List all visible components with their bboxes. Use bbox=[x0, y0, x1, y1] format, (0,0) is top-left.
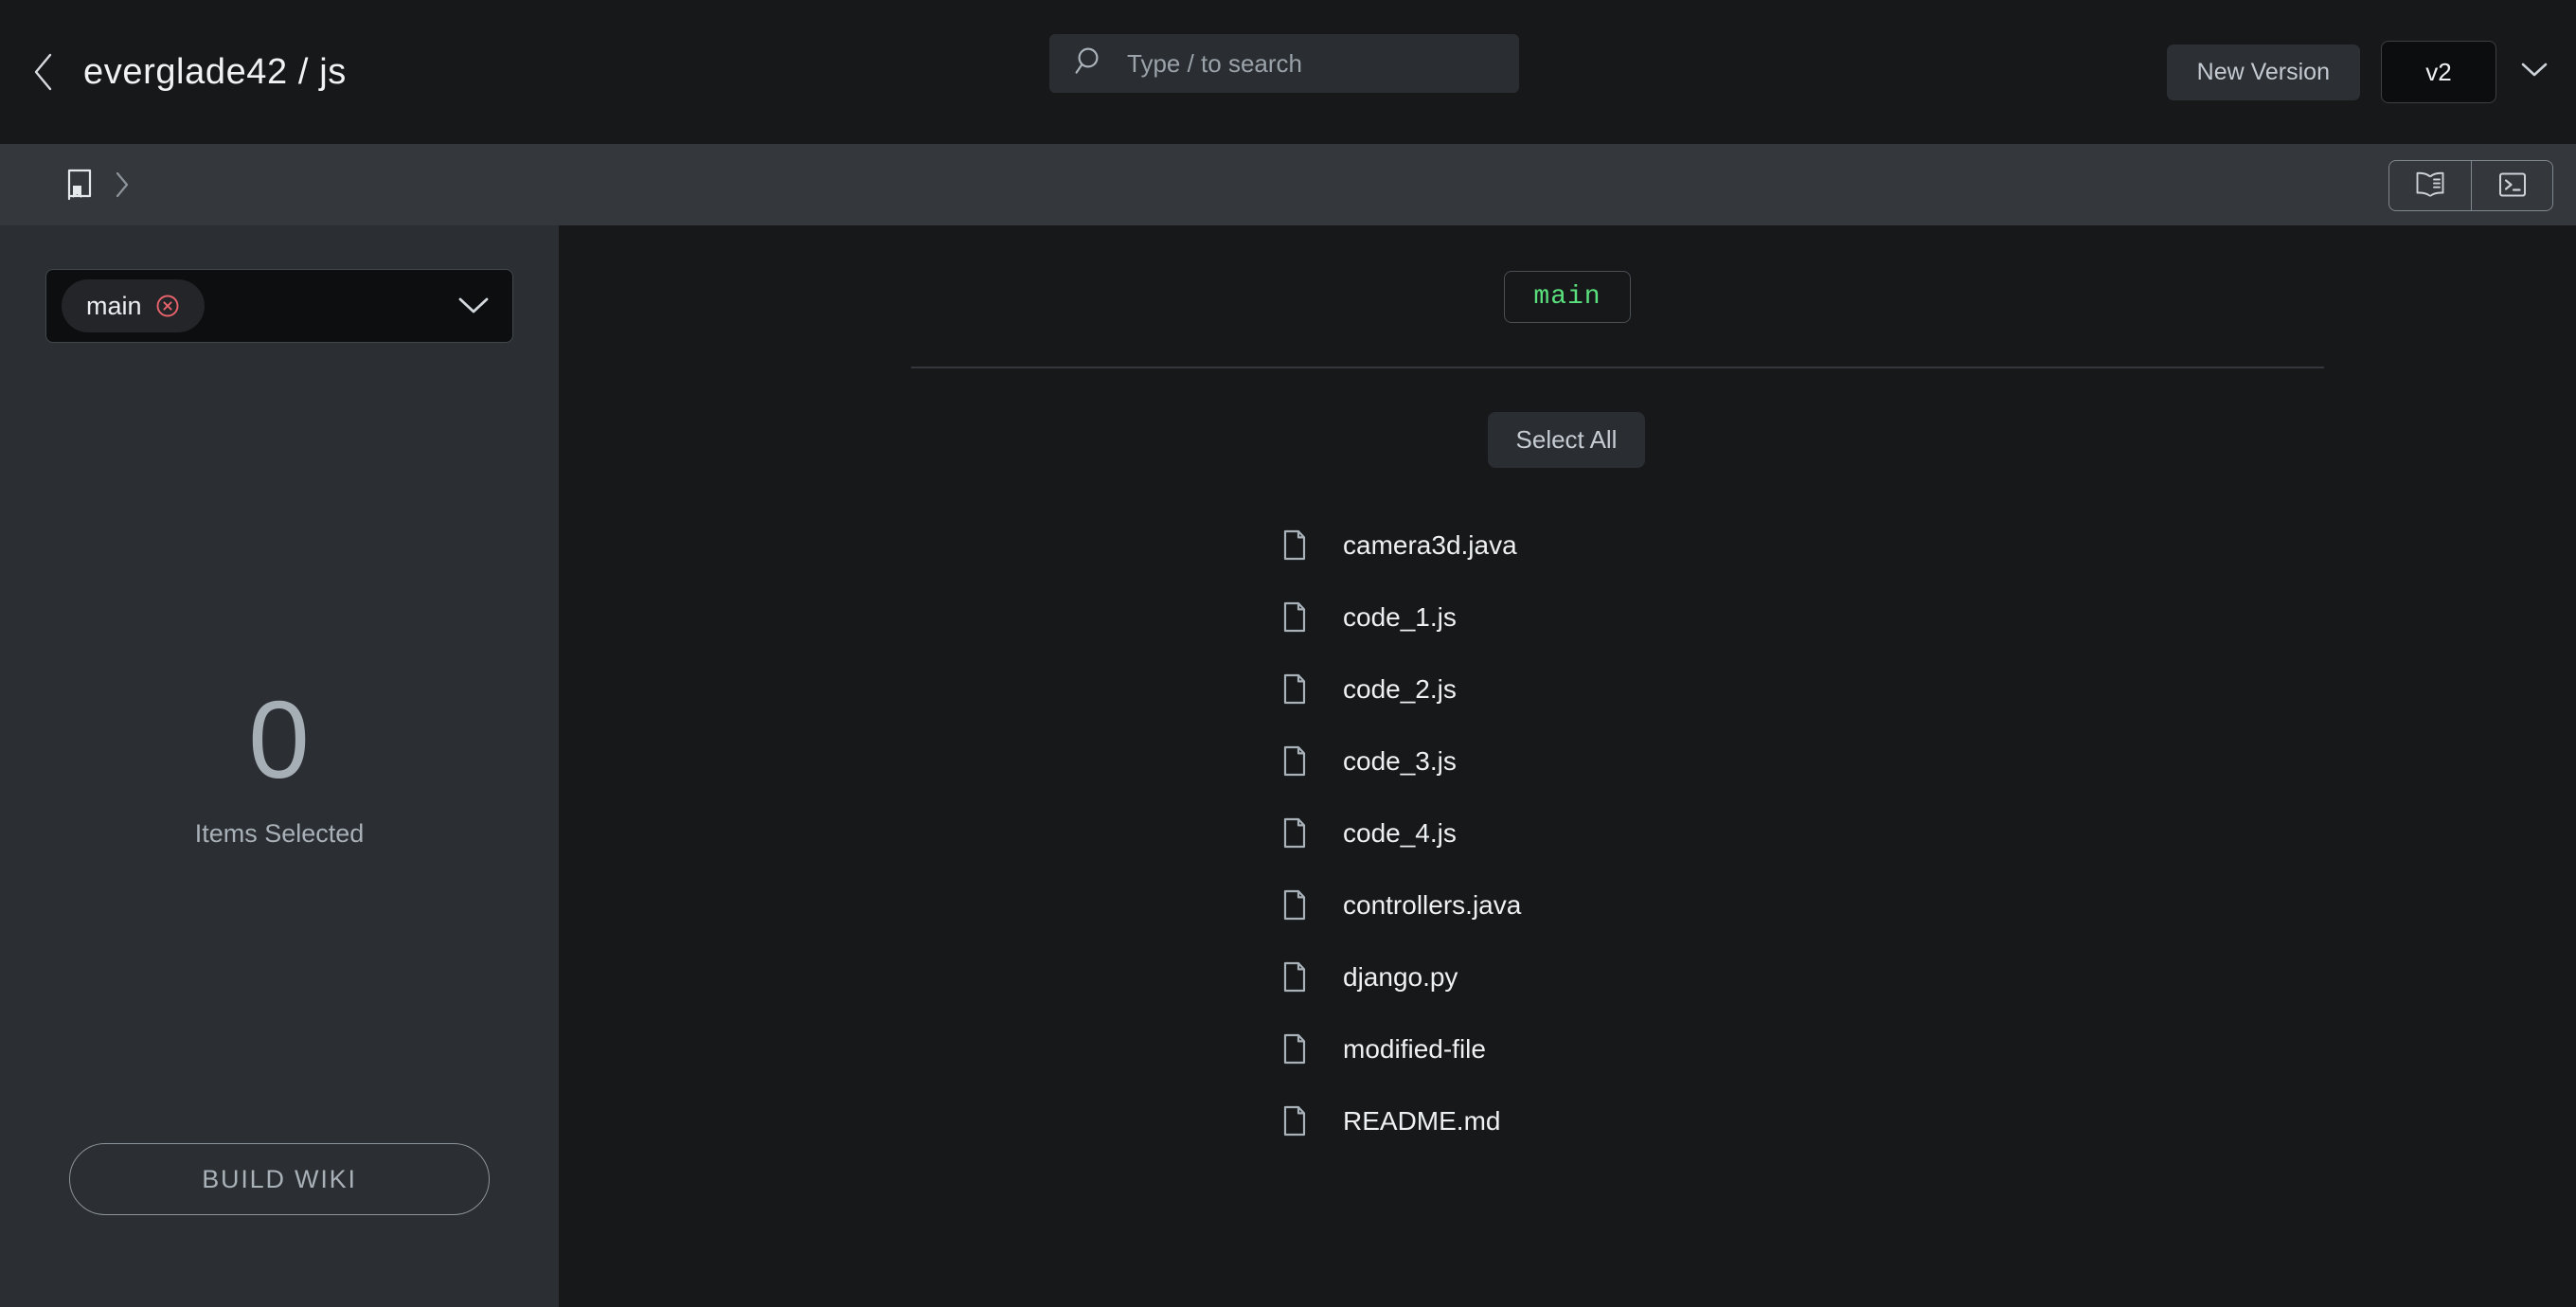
file-list-item[interactable]: controllers.java bbox=[1280, 869, 2576, 941]
chevron-down-icon bbox=[2520, 61, 2549, 84]
file-list: camera3d.java code_1.js code_2.js code_3.js… bbox=[559, 510, 2576, 1157]
header-left-group: everglade42 / js bbox=[0, 49, 347, 95]
file-name: code_1.js bbox=[1343, 602, 1457, 632]
branch-chip-label: main bbox=[86, 291, 142, 320]
file-icon bbox=[1280, 529, 1309, 562]
file-name: README.md bbox=[1343, 1106, 1501, 1136]
branch-multiselect[interactable]: main bbox=[45, 269, 513, 343]
chevron-left-icon bbox=[31, 52, 56, 92]
app-root: everglade42 / js New Version v2 bbox=[0, 0, 2576, 1307]
breadcrumb-toolbar bbox=[0, 144, 2576, 225]
search-icon bbox=[1074, 45, 1106, 82]
file-icon bbox=[1280, 673, 1309, 706]
file-list-item[interactable]: code_3.js bbox=[1280, 725, 2576, 797]
file-name: controllers.java bbox=[1343, 890, 1522, 920]
branch-dropdown-chevron-down-icon[interactable] bbox=[457, 295, 495, 316]
file-list-item[interactable]: code_2.js bbox=[1280, 654, 2576, 725]
selected-count-label: Items Selected bbox=[194, 818, 365, 848]
main-panel: main Select All camera3d.java code_1.jsco… bbox=[559, 225, 2576, 1307]
file-name: code_2.js bbox=[1343, 674, 1457, 704]
file-icon bbox=[1280, 1105, 1309, 1137]
view-mode-toggle bbox=[2388, 160, 2553, 211]
book-bookmark-icon[interactable] bbox=[64, 169, 93, 201]
file-name: django.py bbox=[1343, 962, 1458, 992]
search-box[interactable] bbox=[1049, 34, 1519, 93]
file-name: camera3d.java bbox=[1343, 530, 1517, 560]
version-selector[interactable]: v2 bbox=[2381, 41, 2496, 103]
select-all-button[interactable]: Select All bbox=[1487, 412, 1646, 468]
file-icon bbox=[1280, 961, 1309, 994]
circle-x-icon[interactable] bbox=[155, 294, 180, 318]
file-list-item[interactable]: code_1.js bbox=[1280, 582, 2576, 654]
app-body: main 0 Items Selected BUILD WIKI main Se… bbox=[0, 225, 2576, 1307]
branch-chip: main bbox=[62, 279, 205, 332]
wiki-view-button[interactable] bbox=[2389, 161, 2471, 210]
file-name: code_4.js bbox=[1343, 818, 1457, 848]
chevron-right-icon bbox=[114, 170, 131, 199]
new-version-button[interactable]: New Version bbox=[2166, 44, 2360, 100]
select-all-row: Select All bbox=[559, 412, 2576, 468]
breadcrumb bbox=[64, 169, 131, 201]
search-container bbox=[1049, 34, 1519, 93]
back-button[interactable] bbox=[21, 49, 66, 95]
file-icon bbox=[1280, 601, 1309, 634]
file-list-item[interactable]: README.md bbox=[1280, 1085, 2576, 1157]
app-header: everglade42 / js New Version v2 bbox=[0, 0, 2576, 144]
section-divider bbox=[911, 367, 2324, 368]
open-book-icon bbox=[2414, 170, 2446, 202]
terminal-view-button[interactable] bbox=[2471, 161, 2552, 210]
terminal-icon bbox=[2497, 170, 2528, 202]
branch-badge: main bbox=[1504, 271, 1631, 323]
file-name: modified-file bbox=[1343, 1034, 1486, 1064]
build-wiki-button[interactable]: BUILD WIKI bbox=[69, 1143, 490, 1215]
file-list-item[interactable]: code_4.js bbox=[1280, 797, 2576, 869]
file-icon bbox=[1280, 889, 1309, 922]
file-icon bbox=[1280, 745, 1309, 778]
sidebar: main 0 Items Selected BUILD WIKI bbox=[0, 225, 559, 1307]
branch-badge-row: main bbox=[559, 225, 2576, 323]
header-right-group: New Version v2 bbox=[2166, 0, 2555, 144]
file-list-item[interactable]: camera3d.java bbox=[1280, 510, 2576, 582]
page-title: everglade42 / js bbox=[83, 51, 347, 92]
search-input[interactable] bbox=[1127, 48, 1494, 79]
file-list-item[interactable]: django.py bbox=[1280, 941, 2576, 1013]
file-icon bbox=[1280, 817, 1309, 850]
version-dropdown-toggle[interactable] bbox=[2513, 51, 2555, 93]
file-name: code_3.js bbox=[1343, 746, 1457, 776]
selected-count: 0 bbox=[248, 677, 311, 801]
file-icon bbox=[1280, 1033, 1309, 1065]
file-list-item[interactable]: modified-file bbox=[1280, 1013, 2576, 1085]
